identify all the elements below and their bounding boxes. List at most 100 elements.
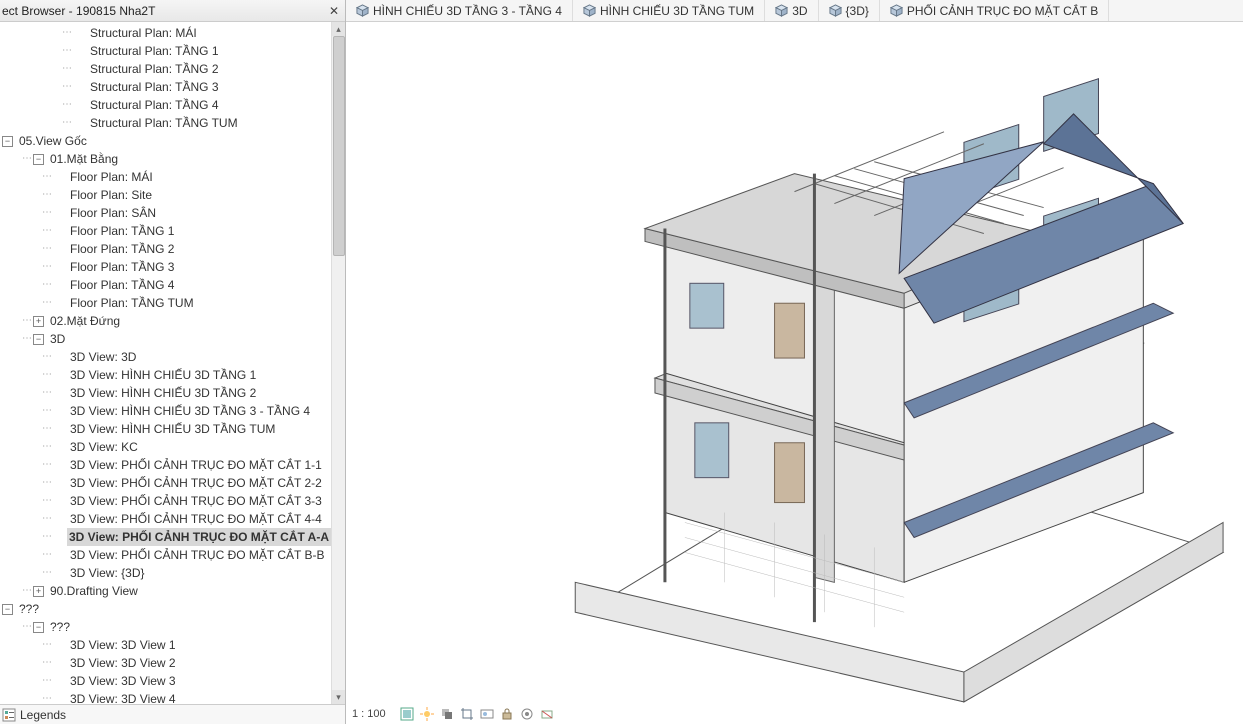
close-icon[interactable]: ✕: [327, 4, 341, 18]
tree-item[interactable]: ⋯Floor Plan: TẦNG 1: [0, 222, 331, 240]
tree-guide-icon: ⋯: [42, 438, 51, 456]
tree-item[interactable]: ⋯3D View: PHỐI CẢNH TRỤC ĐO MẶT CẮT 1-1: [0, 456, 331, 474]
tree-guide-icon: ⋯: [62, 114, 71, 132]
viewport-3d[interactable]: 1 : 100: [346, 22, 1243, 724]
tree-item[interactable]: ⋯Structural Plan: TẦNG 1: [0, 42, 331, 60]
legends-icon: [2, 708, 16, 722]
shadows-icon[interactable]: [440, 707, 454, 721]
expand-icon[interactable]: +: [33, 316, 44, 327]
tree-item[interactable]: ⋯Structural Plan: TẦNG 2: [0, 60, 331, 78]
tree-item[interactable]: ⋯3D View: 3D View 1: [0, 636, 331, 654]
panel-title: ect Browser - 190815 Nha2T: [2, 4, 327, 18]
tree-item[interactable]: ⋯Structural Plan: TẦNG TUM: [0, 114, 331, 132]
tree-item-label: ???: [48, 618, 72, 636]
tree-item[interactable]: −???: [0, 600, 331, 618]
tree-item[interactable]: ⋯+02.Mặt Đứng: [0, 312, 331, 330]
sidebar-footer[interactable]: Legends: [0, 704, 345, 724]
tree-item[interactable]: ⋯3D View: PHỐI CẢNH TRỤC ĐO MẶT CẮT 4-4: [0, 510, 331, 528]
tree-guide-icon: ⋯: [22, 330, 31, 348]
tree-guide-icon: ⋯: [22, 312, 31, 330]
tree-item[interactable]: ⋯3D View: HÌNH CHIẾU 3D TẦNG 3 - TẦNG 4: [0, 402, 331, 420]
tree-item[interactable]: ⋯ 3D View: HÌNH CHIẾU 3D TẦNG TUM: [0, 420, 331, 438]
tree-item[interactable]: ⋯−3D: [0, 330, 331, 348]
tree-item-label: Structural Plan: MÁI: [88, 24, 199, 42]
viewport-toolbar: 1 : 100: [352, 704, 1237, 724]
tree-item[interactable]: ⋯ Structural Plan: TẦNG 4: [0, 96, 331, 114]
tree-guide-icon: ⋯: [22, 582, 31, 600]
tree-guide-icon: ⋯: [62, 24, 71, 42]
render-icon[interactable]: [480, 707, 494, 721]
tree-item-label: 3D View: HÌNH CHIẾU 3D TẦNG 3 - TẦNG 4: [68, 402, 312, 420]
view-tab[interactable]: {3D}: [819, 0, 880, 21]
tree-item-label: ???: [17, 600, 41, 618]
tree-item[interactable]: ⋯3D View: PHỐI CẢNH TRỤC ĐO MẶT CẮT 2-2: [0, 474, 331, 492]
tree-item-label: 3D View: HÌNH CHIẾU 3D TẦNG TUM: [68, 420, 277, 438]
tree-item[interactable]: ⋯3D View: 3D View 3: [0, 672, 331, 690]
cube-icon: [890, 4, 903, 17]
tree-item-label: 3D View: PHỐI CẢNH TRỤC ĐO MẶT CẮT B-B: [68, 546, 327, 564]
lock-icon[interactable]: [500, 707, 514, 721]
tree-item-label: 3D View: PHỐI CẢNH TRỤC ĐO MẶT CẮT 1-1: [68, 456, 324, 474]
tree-item[interactable]: −05.View Gốc: [0, 132, 331, 150]
model-3d-icon: [346, 22, 1243, 724]
view-tab[interactable]: 3D: [765, 0, 818, 21]
tree-item[interactable]: ⋯Floor Plan: TẦNG 2: [0, 240, 331, 258]
tree-item[interactable]: ⋯3D View: 3D: [0, 348, 331, 366]
collapse-icon[interactable]: −: [2, 604, 13, 615]
collapse-icon[interactable]: −: [2, 136, 13, 147]
tree-item[interactable]: ⋯Floor Plan: SÂN: [0, 204, 331, 222]
sun-path-icon[interactable]: [420, 707, 434, 721]
tree-guide-icon: ⋯: [42, 564, 51, 582]
reveal-icon[interactable]: [520, 707, 534, 721]
tree-item[interactable]: ⋯+90.Drafting View: [0, 582, 331, 600]
tree-item[interactable]: ⋯3D View: HÌNH CHIẾU 3D TẦNG 2: [0, 384, 331, 402]
view-tab[interactable]: HÌNH CHIẾU 3D TẦNG 3 - TẦNG 4: [346, 0, 573, 21]
tree-guide-icon: ⋯: [42, 276, 51, 294]
view-tab-label: HÌNH CHIẾU 3D TẦNG 3 - TẦNG 4: [373, 4, 562, 18]
temp-hide-icon[interactable]: [540, 707, 554, 721]
tree-item[interactable]: ⋯3D View: {3D}: [0, 564, 331, 582]
tree-guide-icon: ⋯: [42, 240, 51, 258]
expand-icon[interactable]: +: [33, 586, 44, 597]
tree-item[interactable]: ⋯3D View: 3D View 2: [0, 654, 331, 672]
tree-item[interactable]: ⋯3D View: HÌNH CHIẾU 3D TẦNG 1: [0, 366, 331, 384]
scroll-thumb[interactable]: [333, 36, 345, 256]
tree-item[interactable]: ⋯Floor Plan: Site: [0, 186, 331, 204]
tree-item[interactable]: ⋯−01.Mặt Bằng: [0, 150, 331, 168]
tree-guide-icon: ⋯: [62, 78, 71, 96]
view-tab[interactable]: HÌNH CHIẾU 3D TẦNG TUM: [573, 0, 765, 21]
collapse-icon[interactable]: −: [33, 154, 44, 165]
crop-icon[interactable]: [460, 707, 474, 721]
tree-item[interactable]: ⋯Floor Plan: TẦNG 3: [0, 258, 331, 276]
collapse-icon[interactable]: −: [33, 334, 44, 345]
scale-label[interactable]: 1 : 100: [352, 708, 386, 720]
tree-item[interactable]: ⋯3D View: 3D View 4: [0, 690, 331, 704]
tree-scroll[interactable]: ⋯Structural Plan: MÁI⋯Structural Plan: T…: [0, 22, 345, 704]
tree-item[interactable]: ⋯3D View: PHỐI CẢNH TRỤC ĐO MẶT CẮT 3-3: [0, 492, 331, 510]
tree-item[interactable]: ⋯3D View: PHỐI CẢNH TRỤC ĐO MẶT CẮT B-B: [0, 546, 331, 564]
tree-item-label: Structural Plan: TẦNG 3: [88, 78, 221, 96]
tree-item[interactable]: ⋯Floor Plan: TẦNG 4: [0, 276, 331, 294]
tree-item-label: Structural Plan: TẦNG 4: [88, 96, 221, 114]
tree-item[interactable]: ⋯Floor Plan: TẦNG TUM: [0, 294, 331, 312]
scroll-down-icon[interactable]: ▾: [332, 690, 345, 704]
tree-guide-icon: ⋯: [42, 528, 51, 546]
tree-item[interactable]: ⋯Floor Plan: MÁI: [0, 168, 331, 186]
main-area: HÌNH CHIẾU 3D TẦNG 3 - TẦNG 4 HÌNH CHIẾU …: [346, 0, 1243, 724]
tree-item[interactable]: ⋯ Structural Plan: TẦNG 3: [0, 78, 331, 96]
scroll-up-icon[interactable]: ▴: [332, 22, 345, 36]
view-tab[interactable]: PHỐI CẢNH TRỤC ĐO MẶT CẮT B: [880, 0, 1109, 21]
tree-guide-icon: ⋯: [62, 96, 71, 114]
tree-item[interactable]: ⋯−???: [0, 618, 331, 636]
collapse-icon[interactable]: −: [33, 622, 44, 633]
tree-item[interactable]: ⋯3D View: PHỐI CẢNH TRỤC ĐO MẶT CẮT A-A: [0, 528, 331, 546]
scrollbar[interactable]: ▴ ▾: [331, 22, 345, 704]
tree-guide-icon: ⋯: [42, 510, 51, 528]
tree-item[interactable]: ⋯3D View: KC: [0, 438, 331, 456]
tree-item[interactable]: ⋯ Structural Plan: MÁI: [0, 24, 331, 42]
visual-style-icon[interactable]: [400, 707, 414, 721]
view-tab-label: HÌNH CHIẾU 3D TẦNG TUM: [600, 4, 754, 18]
tree-guide-icon: ⋯: [42, 420, 51, 438]
panel-header[interactable]: ect Browser - 190815 Nha2T ✕: [0, 0, 345, 22]
tree-guide-icon: ⋯: [42, 366, 51, 384]
